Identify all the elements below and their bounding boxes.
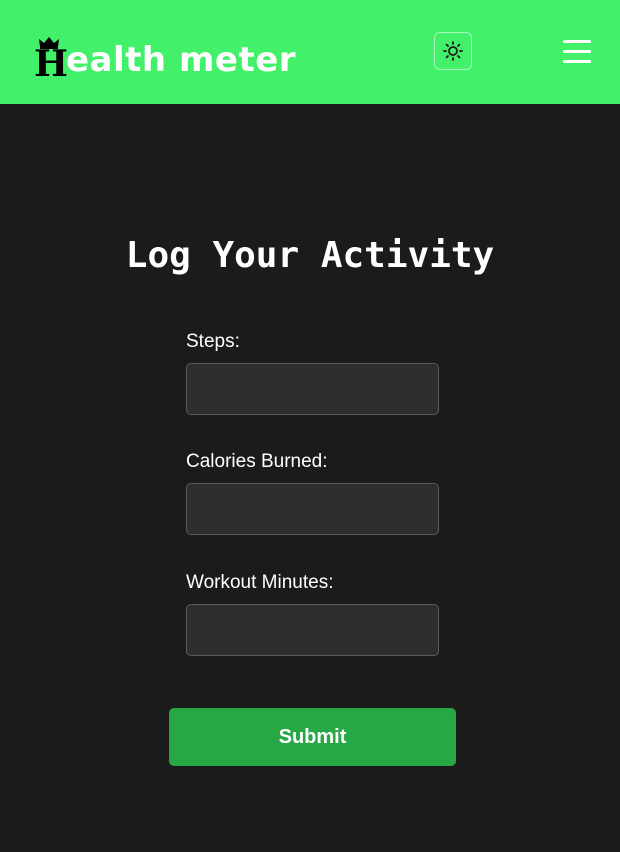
workout-minutes-label: Workout Minutes:: [186, 572, 334, 593]
steps-label: Steps:: [186, 331, 240, 352]
menu-bar-middle: [563, 50, 591, 53]
calories-burned-label: Calories Burned:: [186, 451, 328, 472]
menu-bar-bottom: [563, 60, 591, 63]
top-navbar: H ealth meter: [0, 0, 620, 104]
submit-button[interactable]: Submit: [169, 708, 456, 766]
brand-name: ealth meter: [66, 40, 297, 80]
hamburger-menu-button[interactable]: [563, 39, 591, 65]
sun-icon: [443, 41, 463, 61]
page-title: Log Your Activity: [125, 235, 495, 276]
brand-logo[interactable]: H ealth meter: [34, 32, 297, 82]
brand-initial: H: [34, 37, 68, 82]
workout-minutes-input[interactable]: [186, 604, 439, 656]
theme-toggle-button[interactable]: [434, 32, 472, 70]
brand-initial-letter: H: [34, 43, 69, 85]
menu-bar-top: [563, 40, 591, 43]
calories-burned-input[interactable]: [186, 483, 439, 535]
steps-input[interactable]: [186, 363, 439, 415]
